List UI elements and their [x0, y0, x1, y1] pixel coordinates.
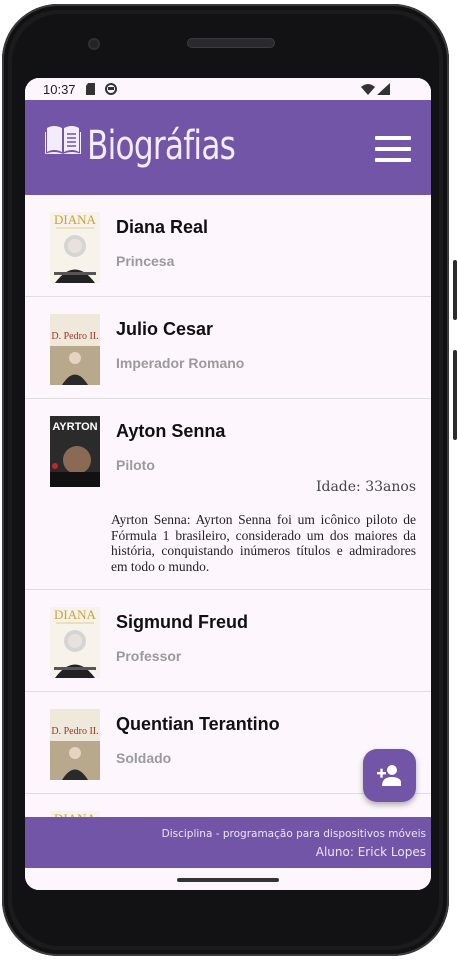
- footer: Disciplina - programação para dispositiv…: [25, 817, 431, 868]
- cover-title: D. Pedro II.: [51, 331, 98, 342]
- person-role: Professor: [116, 648, 182, 664]
- list-item[interactable]: D. Pedro II. Julio Cesar Imperador Roman…: [25, 297, 431, 399]
- book-cover-thumbnail: D. Pedro II.: [50, 314, 100, 385]
- navigation-bar: [25, 868, 431, 890]
- hamburger-menu-icon[interactable]: [375, 136, 411, 162]
- gesture-handle[interactable]: [177, 878, 279, 882]
- screen: 10:37 Biográfias DIANA Diana Real Prince…: [25, 78, 431, 890]
- cell-signal-icon: [377, 83, 390, 95]
- book-open-icon: [45, 126, 81, 154]
- person-role: Soldado: [116, 750, 172, 766]
- earpiece-speaker: [187, 38, 275, 48]
- list-item[interactable]: DIANA Sigmund Freud Professor: [25, 590, 431, 692]
- person-age: Idade: 33anos: [315, 479, 416, 495]
- cover-title: DIANA: [54, 212, 96, 227]
- cover-title: AYRTON: [52, 421, 97, 433]
- list-item-expanded[interactable]: AYRTON Ayton Senna Piloto Idade: 33anos …: [25, 399, 431, 590]
- cover-title: D. Pedro II.: [51, 726, 98, 737]
- person-name: Ayton Senna: [116, 421, 226, 441]
- person-name: Quentian Terantino: [116, 714, 280, 734]
- person-description: Ayrton Senna: Ayrton Senna foi um icônic…: [111, 512, 416, 574]
- person-name: Sigmund Freud: [116, 612, 248, 632]
- book-cover-thumbnail: D. Pedro II.: [50, 709, 100, 780]
- person-name: Diana Real: [116, 217, 209, 237]
- status-bar: 10:37: [25, 78, 431, 100]
- add-person-button[interactable]: [363, 749, 416, 802]
- volume-button: [453, 350, 457, 440]
- sd-card-icon: [86, 83, 95, 95]
- list-item[interactable]: DIANA Diana Real Princesa: [25, 195, 431, 297]
- person-add-icon: [377, 765, 401, 786]
- footer-course: Disciplina - programação para dispositiv…: [161, 828, 426, 840]
- book-cover-thumbnail: AYRTON: [50, 416, 100, 487]
- sync-status-icon: [105, 83, 117, 95]
- person-role: Princesa: [116, 253, 175, 269]
- person-role: Imperador Romano: [116, 355, 245, 371]
- book-cover-thumbnail: DIANA: [50, 212, 100, 283]
- biography-list[interactable]: DIANA Diana Real Princesa D. Pedro II. J…: [25, 195, 431, 817]
- person-name: Julio Cesar: [116, 319, 214, 339]
- app-bar: Biográfias: [25, 100, 431, 195]
- status-time: 10:37: [43, 82, 76, 97]
- cover-title: DIANA: [54, 607, 96, 622]
- wifi-icon: [361, 84, 375, 95]
- person-role: Piloto: [116, 457, 155, 473]
- footer-student: Aluno: Erick Lopes: [315, 845, 426, 859]
- book-cover-thumbnail: DIANA: [50, 607, 100, 678]
- power-button: [453, 260, 457, 320]
- front-camera: [88, 38, 100, 50]
- app-title: Biográfias: [87, 123, 236, 169]
